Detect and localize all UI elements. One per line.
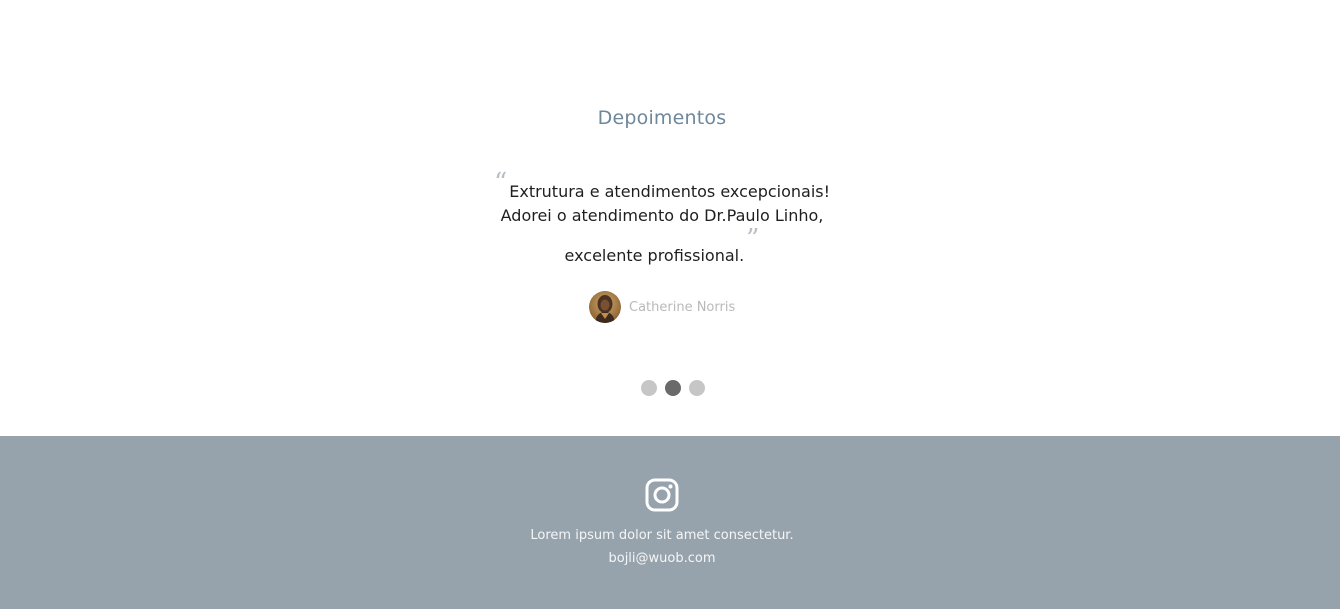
carousel-dots [641,380,705,396]
user-avatar-photo-icon [589,291,621,323]
author-name: Catherine Norris [629,299,736,315]
instagram-icon[interactable] [645,478,679,512]
quote-line-3: excelente profissional.” [470,226,854,268]
avatar [589,291,621,323]
quote-text-line-3: excelente profissional. [564,246,745,265]
footer-email-link[interactable]: bojli@wuob.com [0,551,1324,566]
quote-text-line-2: Adorei o atendimento do Dr.Paulo Linho, [500,206,824,225]
testimonial-quote: “Extrutura e atendimentos excepcionais! … [470,170,854,268]
footer-text: Lorem ipsum dolor sit amet consectetur. [530,528,794,543]
section-title: Depoimentos [597,107,727,129]
carousel-dot-2[interactable] [665,380,681,396]
carousel-dot-3[interactable] [689,380,705,396]
open-quote-mark: “ [493,168,508,198]
testimonial-author: Catherine Norris [589,291,735,323]
testimonials-section: Depoimentos “Extrutura e atendimentos ex… [0,0,1340,436]
page: Depoimentos “Extrutura e atendimentos ex… [0,0,1340,609]
quote-text-line-1: Extrutura e atendimentos excepcionais! [509,182,831,201]
close-quote-mark: ” [746,224,760,254]
carousel-dot-1[interactable] [641,380,657,396]
quote-line-1: “Extrutura e atendimentos excepcionais! [470,170,854,204]
footer: Lorem ipsum dolor sit amet consectetur. … [0,436,1340,609]
